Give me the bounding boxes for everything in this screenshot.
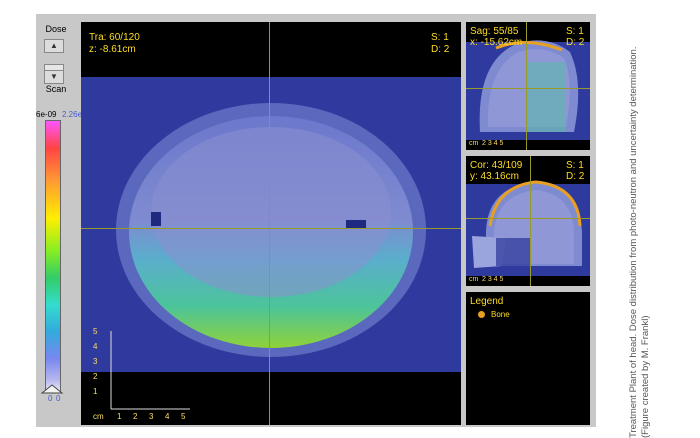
sagittal-crosshair-h[interactable] [466, 88, 590, 89]
transverse-coord: z: -8.61cm [89, 44, 136, 55]
caption-line-1: Treatment Plant of head. Dose distributi… [628, 46, 639, 438]
transverse-y-tick-1: 1 [93, 387, 98, 396]
transverse-y-tick-2: 2 [93, 372, 98, 381]
transverse-y-tick-3: 3 [93, 357, 98, 366]
sagittal-series: S: 1 [566, 26, 584, 37]
sagittal-crosshair-v[interactable] [526, 22, 527, 150]
legend-title: Legend [470, 296, 504, 307]
right-cavity [346, 220, 366, 228]
scale-zero-b: 0 [56, 394, 61, 403]
coronal-series: S: 1 [566, 160, 584, 171]
dose-label: Dose [45, 24, 67, 34]
legend-item-label: Bone [491, 310, 510, 319]
coronal-coord: y: 43.16cm [470, 171, 519, 182]
coronal-axis-unit: cm [469, 276, 479, 283]
transverse-x-tick-3: 3 [149, 412, 154, 421]
dose-sidebar: Dose ▲ ▼ Scan 6e-09 2.26e-09 0 0 [36, 14, 94, 427]
bone-dot-icon [478, 311, 485, 318]
scan-label: Scan [45, 84, 67, 94]
transverse-doseset: D: 2 [431, 44, 450, 55]
transverse-crosshair-v[interactable] [269, 22, 270, 425]
sagittal-x-ticks: 2 3 4 5 [482, 140, 504, 147]
transverse-series: S: 1 [431, 32, 449, 43]
left-cavity [151, 212, 161, 226]
arrow-down-icon: ▼ [50, 72, 58, 81]
coronal-x-ticks: 2 3 4 5 [482, 276, 504, 283]
brain-region [151, 127, 391, 297]
figure-caption: Treatment Plant of head. Dose distributi… [598, 10, 668, 438]
coronal-doseset: D: 2 [566, 171, 585, 182]
sagittal-axis-unit: cm [469, 140, 479, 147]
transverse-x-tick-4: 4 [165, 412, 170, 421]
transverse-view[interactable]: Tra: 60/120 z: -8.61cm S: 1 D: 2 5 4 3 2… [81, 22, 461, 425]
dose-color-scale [45, 120, 61, 392]
transverse-x-tick-2: 2 [133, 412, 138, 421]
dose-down-button[interactable]: ▼ [44, 70, 64, 84]
legend-item-bone: Bone [478, 310, 510, 319]
legend-panel: Legend Bone [466, 292, 590, 425]
transverse-x-tick-1: 1 [117, 412, 122, 421]
arrow-up-icon: ▲ [50, 41, 58, 50]
sagittal-view[interactable]: Sag: 55/85 x: -15.62cm S: 1 D: 2 cm 2 3 … [466, 22, 590, 150]
coronal-title: Cor: 43/109 [470, 160, 523, 171]
transverse-axis-unit: cm [93, 412, 104, 421]
dose-up-button[interactable]: ▲ [44, 39, 64, 53]
caption-line-2: (Figure created by M. Frankl) [640, 315, 651, 438]
sagittal-doseset: D: 2 [566, 37, 585, 48]
transverse-x-tick-5: 5 [181, 412, 186, 421]
coronal-crosshair-v[interactable] [530, 156, 531, 286]
scale-slider-handle[interactable] [40, 384, 64, 394]
treatment-planning-window: Dose ▲ ▼ Scan 6e-09 2.26e-09 0 0 Tra: 60… [36, 14, 596, 427]
transverse-y-tick-5: 5 [93, 327, 98, 336]
scale-zero-a: 0 [48, 394, 53, 403]
transverse-title: Tra: 60/120 [89, 32, 140, 43]
sagittal-title: Sag: 55/85 [470, 26, 519, 37]
coronal-view[interactable]: Cor: 43/109 y: 43.16cm S: 1 D: 2 cm 2 3 … [466, 156, 590, 286]
sagittal-coord: x: -15.62cm [470, 37, 523, 48]
scale-max-left: 6e-09 [36, 110, 57, 119]
transverse-scale-axes [110, 331, 190, 410]
coronal-crosshair-h[interactable] [466, 218, 590, 219]
transverse-y-tick-4: 4 [93, 342, 98, 351]
transverse-crosshair-h[interactable] [81, 228, 461, 229]
